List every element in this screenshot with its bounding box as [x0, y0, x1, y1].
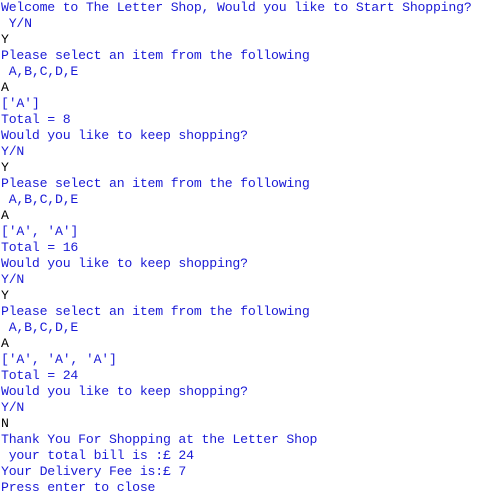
console-output-line: A,B,C,D,E — [1, 64, 79, 79]
console-output-line: ['A', 'A'] — [1, 224, 79, 239]
console-input-line: Y — [1, 32, 9, 47]
console-output-line: A,B,C,D,E — [1, 192, 79, 207]
console-output-line: Thank You For Shopping at the Letter Sho… — [1, 432, 318, 447]
console-output-line: ['A'] — [1, 96, 40, 111]
console-output-line: Total = 8 — [1, 112, 71, 127]
console-output-line: Total = 24 — [1, 368, 79, 383]
console-input-line: A — [1, 208, 9, 223]
console-input-line: Y — [1, 288, 9, 303]
console-input-line: N — [1, 416, 9, 431]
console-output-line: Your Delivery Fee is:£ 7 — [1, 464, 187, 479]
console-output-line: Please select an item from the following — [1, 176, 310, 191]
console-output-line: Y/N — [1, 144, 25, 159]
console-output-line: Would you like to keep shopping? — [1, 256, 248, 271]
console-output-line: your total bill is :£ 24 — [1, 448, 194, 463]
console-output-line: Y/N — [1, 16, 32, 31]
console-output-line: ['A', 'A', 'A'] — [1, 352, 117, 367]
console-input-line: Y — [1, 160, 9, 175]
console-output-line: Total = 16 — [1, 240, 79, 255]
console-output-line: Press enter to close — [1, 480, 156, 495]
console-output-line: Y/N — [1, 400, 25, 415]
console-output-line: Please select an item from the following — [1, 304, 310, 319]
console-output-line: A,B,C,D,E — [1, 320, 79, 335]
console-output-line: Would you like to keep shopping? — [1, 384, 248, 399]
console-input-line: A — [1, 336, 9, 351]
console-output-line: Welcome to The Letter Shop, Would you li… — [1, 0, 472, 15]
console-output-line: Y/N — [1, 272, 25, 287]
console-output-line: Please select an item from the following — [1, 48, 310, 63]
console-output-line: Would you like to keep shopping? — [1, 128, 248, 143]
console-input-line: A — [1, 80, 9, 95]
console-output[interactable]: Welcome to The Letter Shop, Would you li… — [1, 0, 495, 495]
